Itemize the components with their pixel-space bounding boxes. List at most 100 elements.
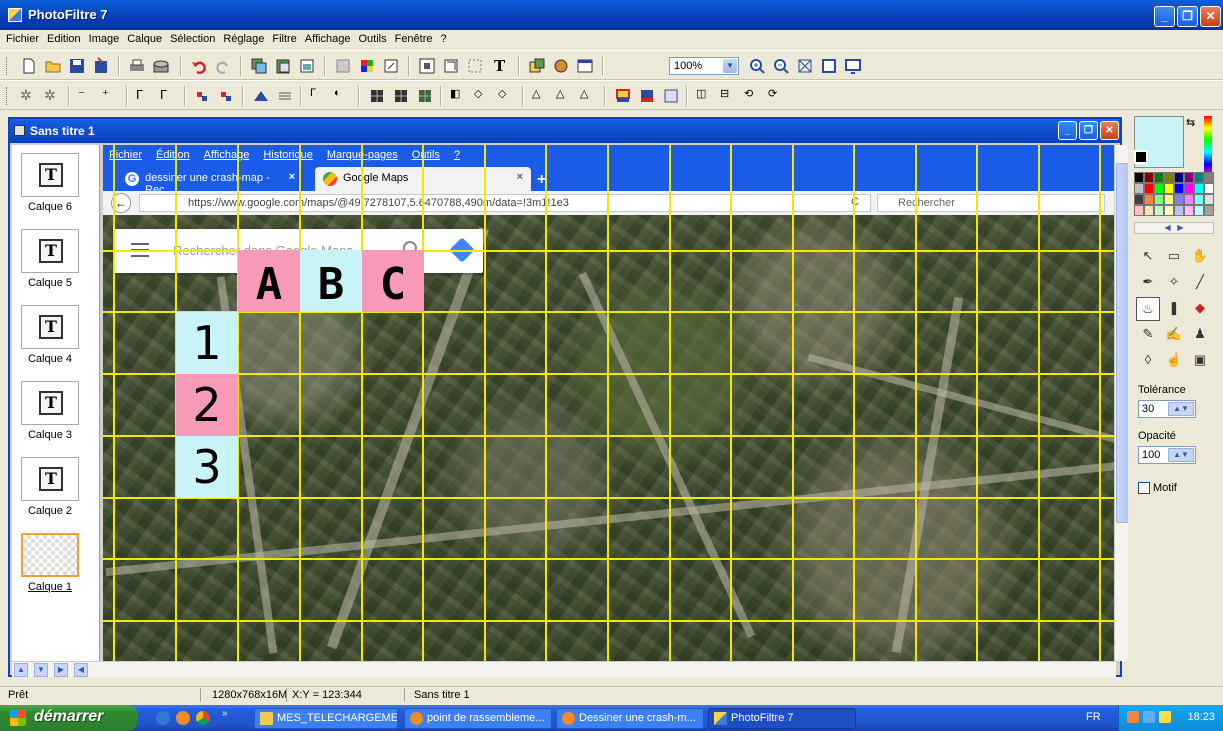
layer-item-5[interactable]: T Calque 5 bbox=[20, 229, 80, 289]
tray-volume-icon[interactable] bbox=[1159, 711, 1171, 723]
maximize-button[interactable]: ❐ bbox=[1177, 6, 1198, 27]
mosaic-2-icon[interactable] bbox=[392, 87, 410, 105]
layer-thumbnail[interactable]: T bbox=[21, 305, 79, 349]
menu-calque[interactable]: Calque bbox=[123, 30, 166, 45]
flip-horizontal-icon[interactable]: ◫ bbox=[696, 87, 714, 105]
scan-icon[interactable] bbox=[152, 57, 170, 75]
new-file-icon[interactable] bbox=[20, 57, 38, 75]
transform-icon[interactable]: △ bbox=[532, 87, 550, 105]
color-swatch[interactable] bbox=[1164, 194, 1174, 205]
color-swatch[interactable] bbox=[1164, 172, 1174, 183]
flip-vertical-icon[interactable]: ⊟ bbox=[720, 87, 738, 105]
horizontal-scrollbar[interactable]: ▲ ▼ ▶ ◀ bbox=[12, 661, 1116, 677]
color-swatch[interactable] bbox=[1184, 183, 1194, 194]
menu-filtre[interactable]: Filtre bbox=[268, 30, 300, 45]
menu-fenetre[interactable]: Fenêtre bbox=[391, 30, 437, 45]
layer-thumbnail[interactable]: T bbox=[21, 457, 79, 501]
triangle-icon[interactable]: △ bbox=[556, 87, 574, 105]
color-swatch[interactable] bbox=[1174, 194, 1184, 205]
layer-thumbnail[interactable]: T bbox=[21, 153, 79, 197]
minimize-button[interactable]: _ bbox=[1154, 6, 1175, 27]
selection-icon[interactable] bbox=[466, 57, 484, 75]
fill-bucket-icon[interactable]: ♨ bbox=[1136, 297, 1160, 321]
language-indicator[interactable]: FR bbox=[1086, 711, 1101, 723]
scroll-right-icon[interactable]: ▶ bbox=[54, 663, 68, 677]
task-downloads-folder[interactable]: MES_TELECHARGEME... bbox=[254, 708, 398, 729]
undo-icon[interactable] bbox=[190, 57, 208, 75]
menu-edition[interactable]: Edition bbox=[43, 30, 85, 45]
frame-2-icon[interactable] bbox=[638, 87, 656, 105]
auto-contrast-icon[interactable]: ◐ bbox=[334, 87, 352, 105]
blur-icon[interactable]: ⁻ bbox=[78, 87, 96, 105]
ie-icon[interactable] bbox=[156, 711, 170, 725]
doc-maximize-button[interactable]: ❐ bbox=[1079, 121, 1098, 140]
tolerance-input[interactable]: 30 ▲▼ bbox=[1138, 400, 1196, 418]
fit-window-icon[interactable] bbox=[796, 57, 814, 75]
color-swatch[interactable] bbox=[1154, 172, 1164, 183]
color-swatch[interactable] bbox=[1134, 172, 1144, 183]
doc-close-button[interactable]: ✕ bbox=[1100, 121, 1119, 140]
tolerance-stepper-icon[interactable]: ▲▼ bbox=[1168, 402, 1194, 416]
color-swatch[interactable] bbox=[1184, 194, 1194, 205]
color-swatch[interactable] bbox=[1194, 194, 1204, 205]
layer-item-1[interactable]: Calque 1 bbox=[20, 533, 80, 593]
eraser-icon[interactable]: ◆ bbox=[1188, 297, 1212, 321]
drop-icon[interactable]: ◇ bbox=[474, 87, 492, 105]
sharpen-more-icon[interactable]: ✲ bbox=[44, 87, 62, 105]
layer-icon[interactable] bbox=[528, 57, 546, 75]
layer-thumbnail[interactable]: T bbox=[21, 229, 79, 273]
color-swatch[interactable] bbox=[1204, 205, 1214, 216]
color-swatch[interactable] bbox=[1174, 183, 1184, 194]
color-swatch[interactable] bbox=[1194, 183, 1204, 194]
paste-icon[interactable] bbox=[274, 57, 292, 75]
paste-new-icon[interactable] bbox=[298, 57, 316, 75]
menu-selection[interactable]: Sélection bbox=[166, 30, 219, 45]
menu-fichier[interactable]: Fichier bbox=[0, 30, 43, 45]
blur-more-icon[interactable]: ⁺ bbox=[102, 87, 120, 105]
browser-tab-crash-map[interactable]: G dessiner une crash-map - Rec... × bbox=[117, 167, 303, 196]
image-canvas[interactable]: FichierÉditionAffichageHistoriqueMarque-… bbox=[103, 145, 1120, 661]
color-swatch[interactable] bbox=[1204, 183, 1214, 194]
menu-outils[interactable]: Outils bbox=[354, 30, 390, 45]
color-swatch[interactable] bbox=[1154, 183, 1164, 194]
toolbar-grip[interactable] bbox=[6, 57, 9, 75]
color-swatch[interactable] bbox=[1184, 205, 1194, 216]
mosaic-icon[interactable] bbox=[368, 87, 386, 105]
mosaic-3-icon[interactable] bbox=[416, 87, 434, 105]
ff-menu-help[interactable]: ? bbox=[454, 149, 460, 161]
rotate-2-icon[interactable]: ⟳ bbox=[768, 87, 786, 105]
fullscreen-icon[interactable] bbox=[844, 57, 862, 75]
opacity-stepper-icon[interactable]: ▲▼ bbox=[1168, 448, 1194, 462]
crop-icon[interactable] bbox=[442, 57, 460, 75]
color-swatch[interactable] bbox=[1154, 205, 1164, 216]
tray-network-icon[interactable] bbox=[1143, 711, 1155, 723]
levels-icon[interactable] bbox=[252, 87, 270, 105]
canvas-size-icon[interactable] bbox=[418, 57, 436, 75]
line-tool-icon[interactable]: ╱ bbox=[1188, 271, 1212, 295]
color-spectrum[interactable] bbox=[1204, 116, 1212, 176]
color-swatch[interactable] bbox=[1184, 172, 1194, 183]
tab-close-icon[interactable]: × bbox=[517, 171, 523, 183]
plugin-icon[interactable] bbox=[552, 57, 570, 75]
menu-affichage[interactable]: Affichage bbox=[301, 30, 355, 45]
menu-image[interactable]: Image bbox=[85, 30, 124, 45]
sharpen-icon[interactable]: ✲ bbox=[20, 87, 38, 105]
checkbox-icon[interactable] bbox=[1138, 482, 1150, 495]
cylinder-icon[interactable]: ◧ bbox=[450, 87, 468, 105]
color-swatch[interactable] bbox=[1204, 172, 1214, 183]
image-size-icon[interactable] bbox=[382, 57, 400, 75]
layer-item-3[interactable]: T Calque 3 bbox=[20, 381, 80, 441]
color-swatch[interactable] bbox=[1144, 183, 1154, 194]
zoom-dropdown-chevron-icon[interactable]: ▼ bbox=[723, 59, 737, 73]
color-swatches[interactable] bbox=[1134, 172, 1214, 218]
spray-icon[interactable]: ❚ bbox=[1162, 297, 1186, 321]
gamma-down-icon[interactable]: Γ bbox=[136, 87, 154, 105]
layer-thumbnail[interactable]: T bbox=[21, 381, 79, 425]
color-swatch[interactable] bbox=[1164, 205, 1174, 216]
hand-tool-icon[interactable]: ✋ bbox=[1188, 245, 1212, 269]
zoom-in-icon[interactable] bbox=[748, 57, 766, 75]
color-swatch[interactable] bbox=[1194, 172, 1204, 183]
layer-thumbnail[interactable] bbox=[21, 533, 79, 577]
address-field[interactable]: https://www.google.com/maps/@49.7278107,… bbox=[139, 194, 871, 212]
grayscale-icon[interactable] bbox=[334, 57, 352, 75]
